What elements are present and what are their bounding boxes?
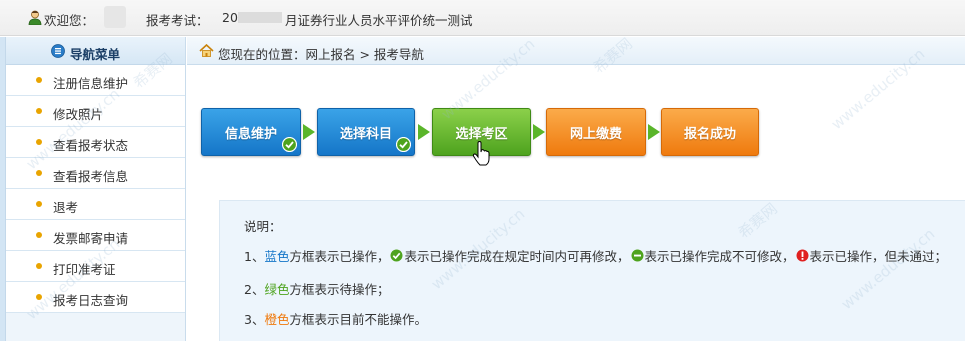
line-text: 方框表示待操作； xyxy=(289,282,390,297)
breadcrumb-text: 您现在的位置：网上报名 > 报考导航 xyxy=(218,47,424,62)
breadcrumb: 您现在的位置：网上报名 > 报考导航 xyxy=(187,37,965,65)
sidebar-item-label: 发票邮寄申请 xyxy=(53,231,129,246)
exam-date: 20 xyxy=(222,10,238,25)
exam-date-redacted xyxy=(238,12,282,23)
exam-name: 月证券行业人员水平评价统一测试 xyxy=(285,13,473,28)
bullet-icon xyxy=(36,77,42,83)
check-icon xyxy=(396,137,411,152)
step-arrow-icon xyxy=(303,124,315,140)
step-arrow-icon xyxy=(648,124,660,140)
sidebar-item-label: 查看报考信息 xyxy=(53,169,129,184)
sidebar-item-withdraw[interactable]: 退考 xyxy=(6,189,185,220)
line-text: 方框表示目前不能操作。 xyxy=(289,312,427,327)
green-minus-icon xyxy=(631,249,643,262)
sidebar-item-invoice-mail[interactable]: 发票邮寄申请 xyxy=(6,220,185,251)
hand-cursor-icon xyxy=(472,141,490,166)
sidebar-item-label: 查看报考状态 xyxy=(53,138,129,153)
instruction-line-1: 1、 蓝色 方框表示已操作， 表示已操作完成在规定时间内可再修改， 表示已操作完… xyxy=(244,246,947,265)
home-icon xyxy=(199,44,214,57)
instruction-line-2: 2、 绿色 方框表示待操作； xyxy=(244,279,389,298)
bullet-icon xyxy=(36,294,42,300)
step-label: 报名成功 xyxy=(683,126,736,142)
step-label: 信息维护 xyxy=(224,126,277,142)
bullet-icon xyxy=(36,201,42,207)
line-number: 3、 xyxy=(244,312,265,327)
step-arrow-icon xyxy=(418,124,430,140)
bullet-icon xyxy=(36,232,42,238)
bullet-icon xyxy=(36,108,42,114)
step-label: 网上缴费 xyxy=(569,126,622,142)
menu-icon xyxy=(51,44,65,58)
check-icon xyxy=(282,137,297,152)
line-text: 表示已操作完成不可修改， xyxy=(644,249,795,264)
sidebar-item-log-query[interactable]: 报考日志查询 xyxy=(6,282,185,313)
sidebar-item-label: 修改照片 xyxy=(53,107,104,122)
sidebar: 导航菜单 注册信息维护 修改照片 查看报考状态 查看报考信息 退考 发票邮寄申请… xyxy=(0,37,186,341)
instructions-title: 说明： xyxy=(244,219,282,234)
sidebar-item-view-info[interactable]: 查看报考信息 xyxy=(6,158,185,189)
step-registration-success[interactable]: 报名成功 xyxy=(661,108,759,156)
step-arrow-icon xyxy=(533,124,545,140)
sidebar-item-edit-photo[interactable]: 修改照片 xyxy=(6,96,185,127)
step-info-maintenance[interactable]: 信息维护 xyxy=(201,108,301,156)
sidebar-item-label: 报考日志查询 xyxy=(53,293,129,308)
main-content: 信息维护 选择科目 选择考区 网上缴费 报名成功 说明： 1、 蓝色 方框表示已… xyxy=(187,66,965,341)
bullet-icon xyxy=(36,170,42,176)
sidebar-menu: 注册信息维护 修改照片 查看报考状态 查看报考信息 退考 发票邮寄申请 打印准考… xyxy=(6,65,185,313)
orange-word: 橙色 xyxy=(264,312,290,327)
sidebar-item-print-admission[interactable]: 打印准考证 xyxy=(6,251,185,282)
green-word: 绿色 xyxy=(264,282,290,297)
user-icon xyxy=(28,10,42,25)
line-text: 表示已操作，但未通过； xyxy=(809,249,948,264)
bullet-icon xyxy=(36,139,42,145)
sidebar-title: 导航菜单 xyxy=(70,47,121,62)
exam-label: 报考考试： xyxy=(146,13,209,28)
step-label: 选择科目 xyxy=(339,126,392,142)
line-text: 表示已操作完成在规定时间内可再修改， xyxy=(404,249,630,264)
sidebar-item-label: 打印准考证 xyxy=(53,262,116,277)
line-number: 2、 xyxy=(244,282,265,297)
sidebar-item-label: 退考 xyxy=(53,200,79,215)
sidebar-header: 导航菜单 xyxy=(6,37,185,65)
welcome-label: 欢迎您： xyxy=(44,13,95,28)
sidebar-item-view-status[interactable]: 查看报考状态 xyxy=(6,127,185,158)
line-text: 方框表示已操作， xyxy=(289,249,390,264)
line-number: 1、 xyxy=(244,249,265,264)
top-bar: 欢迎您： 报考考试： 20 月证券行业人员水平评价统一测试 xyxy=(0,0,965,36)
red-alert-icon xyxy=(796,249,809,262)
bullet-icon xyxy=(36,263,42,269)
sidebar-item-register-info[interactable]: 注册信息维护 xyxy=(6,65,185,96)
step-label: 选择考区 xyxy=(455,126,508,142)
green-check-icon xyxy=(390,249,403,262)
step-online-payment[interactable]: 网上缴费 xyxy=(546,108,646,156)
instructions-panel: 说明： 1、 蓝色 方框表示已操作， 表示已操作完成在规定时间内可再修改， 表示… xyxy=(219,200,965,341)
sidebar-item-label: 注册信息维护 xyxy=(53,76,129,91)
blue-word: 蓝色 xyxy=(264,249,290,264)
instruction-line-3: 3、 橙色 方框表示目前不能操作。 xyxy=(244,309,427,328)
user-name-redacted xyxy=(104,6,126,28)
step-select-subject[interactable]: 选择科目 xyxy=(317,108,415,156)
